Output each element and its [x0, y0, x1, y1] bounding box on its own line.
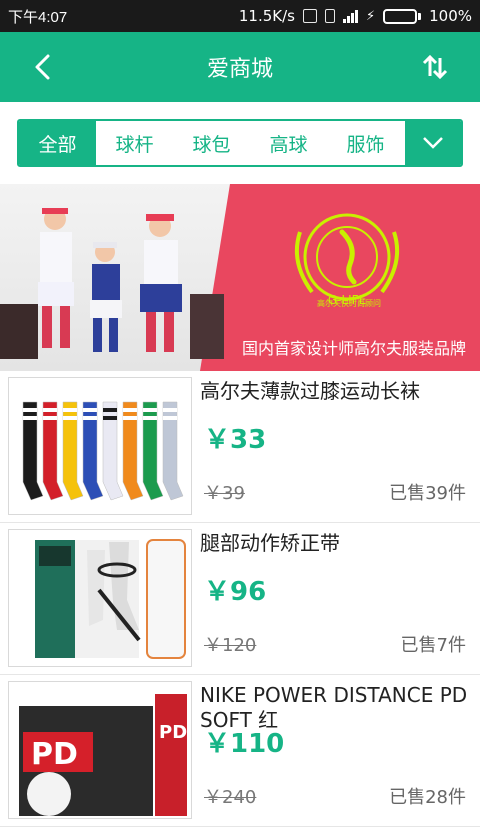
product-price: ￥110: [204, 729, 285, 759]
product-name: 腿部动作矫正带: [200, 531, 340, 555]
product-sold-count: 已售39件: [389, 483, 466, 504]
tabs-expand-button[interactable]: [405, 121, 461, 165]
battery-percent: 100%: [429, 7, 472, 25]
tab-clubs[interactable]: 球杆: [96, 121, 173, 165]
product-item[interactable]: PD PD NIKE POWER DISTANCE PD SOFT 红 ￥110…: [0, 675, 480, 827]
promo-banner[interactable]: G-LIFE 高尔夫快时尚顾问 国内首家设计师高尔夫服装品牌: [0, 184, 480, 371]
product-image: [8, 529, 192, 667]
product-price: ￥33: [204, 425, 267, 455]
product-item[interactable]: 腿部动作矫正带 ￥96 ￥120 已售7件: [0, 523, 480, 675]
svg-text:PD: PD: [31, 737, 78, 772]
category-tabs-bar: 全部 球杆 球包 高球 服饰: [0, 102, 480, 184]
product-old-price: ￥120: [204, 635, 257, 656]
charging-icon: ⚡: [365, 8, 376, 24]
network-speed: 11.5K/s: [238, 7, 295, 25]
banner-models-image: [0, 208, 224, 359]
banner-tagline: 国内首家设计师高尔夫服装品牌: [241, 339, 466, 358]
vibrate-icon: [302, 9, 317, 23]
product-price: ￥96: [204, 577, 267, 607]
product-sold-count: 已售7件: [400, 635, 466, 656]
product-sold-count: 已售28件: [389, 787, 466, 808]
page-title: 爱商城: [206, 57, 273, 82]
product-item[interactable]: 高尔夫薄款过膝运动长袜 ￥33 ￥39 已售39件: [0, 371, 480, 523]
product-image: PD PD: [8, 681, 192, 819]
app-header: 爱商城: [0, 32, 480, 102]
tab-balls[interactable]: 高球: [250, 121, 327, 165]
product-old-price: ￥39: [204, 483, 245, 504]
signal-icon: [342, 9, 358, 23]
status-bar: 下午4:07 11.5K/s ⚡ 100%: [0, 0, 480, 32]
tab-all[interactable]: 全部: [19, 121, 96, 165]
category-tabs: 全部 球杆 球包 高球 服饰: [17, 119, 463, 167]
logo-subtext: 高尔夫快时尚顾问: [317, 299, 381, 308]
sim-icon: [324, 9, 335, 23]
product-name: 高尔夫薄款过膝运动长袜: [200, 379, 420, 403]
svg-text:PD: PD: [159, 722, 187, 743]
product-image: [8, 377, 192, 515]
product-old-price: ￥240: [204, 787, 257, 808]
battery-icon: [383, 8, 422, 24]
chevron-down-icon: [423, 137, 443, 149]
tab-bags[interactable]: 球包: [173, 121, 250, 165]
sort-arrows-icon[interactable]: [420, 52, 450, 82]
chevron-left-icon[interactable]: [30, 52, 56, 82]
tab-apparel[interactable]: 服饰: [327, 121, 404, 165]
status-time: 下午4:07: [8, 8, 68, 26]
